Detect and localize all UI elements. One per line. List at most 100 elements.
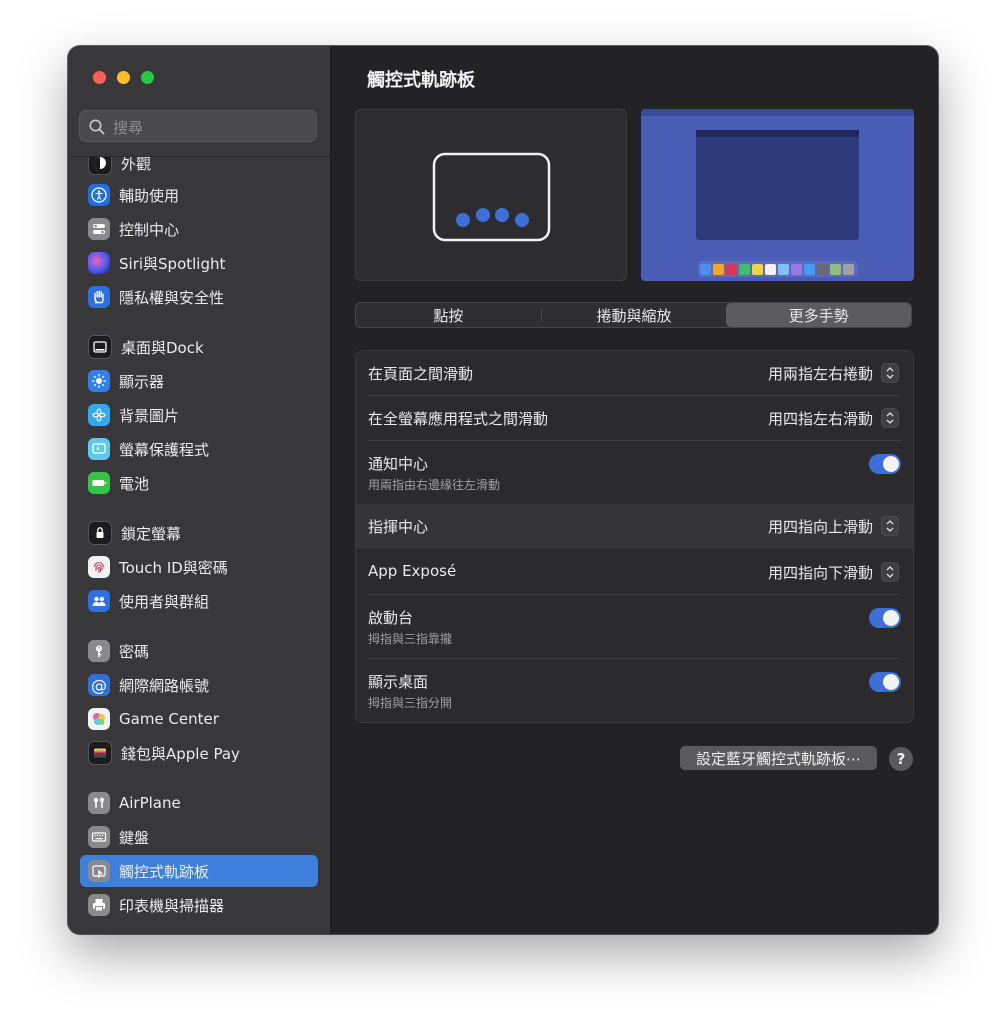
sidebar-item-appearance[interactable]: 外觀 [80,156,318,179]
search-icon [89,119,105,135]
sidebar-item-label: Siri與Spotlight [119,254,226,273]
setting-label: 指揮中心 [368,518,429,536]
wallpaper-icon [88,404,110,426]
sidebar-item-printers-scanners[interactable]: 印表機與掃描器 [80,889,318,921]
sidebar-item-label: AirPlane [119,794,181,812]
sidebar: 搜尋 外觀 輔助使用 控制中心 Siri與Spotlight 隱私權與安全性 桌… [68,46,331,934]
setting-label: 啟動台 [368,609,414,627]
setting-label: 在頁面之間滑動 [368,365,474,383]
zoom-button[interactable] [141,71,154,84]
sidebar-item-label: 印表機與掃描器 [119,896,225,915]
minimize-button[interactable] [117,71,130,84]
sidebar-item-wallpaper[interactable]: 背景圖片 [80,399,318,431]
tab-more-gestures[interactable]: 更多手勢 [726,303,912,327]
show-desktop-toggle[interactable] [869,672,901,692]
sidebar-item-keyboard[interactable]: 鍵盤 [80,821,318,853]
setting-label: 顯示桌面 [368,673,429,691]
launchpad-toggle[interactable] [869,608,901,628]
sidebar-item-label: 控制中心 [119,220,180,239]
setup-bluetooth-trackpad-button[interactable]: 設定藍牙觸控式軌跡板⋯ [680,746,877,770]
toggle-knob [883,674,899,690]
notification-center-toggle[interactable] [869,454,901,474]
sidebar-item-label: 鎖定螢幕 [121,524,182,543]
gesture-preview [355,109,627,281]
sidebar-item-users-groups[interactable]: 使用者與群組 [80,585,318,617]
sidebar-item-label: Touch ID與密碼 [119,558,228,577]
setting-value-select[interactable]: 用四指向下滑動 [768,562,873,583]
sidebar-item-passwords[interactable]: 密碼 [80,635,318,667]
game-center-icon [88,708,110,730]
sidebar-item-control-center[interactable]: 控制中心 [80,213,318,245]
sidebar-item-label: 密碼 [119,642,150,661]
setting-sublabel: 用兩指由右邊緣往左滑動 [368,478,501,492]
setting-label: 通知中心 [368,455,429,473]
sidebar-item-label: 觸控式軌跡板 [119,862,210,881]
setting-row-app-expose: App Exposé 用四指向下滑動 [356,550,913,594]
sidebar-item-label: 隱私權與安全性 [119,288,225,307]
sidebar-item-screensaver[interactable]: 螢幕保護程式 [80,433,318,465]
sidebar-item-label: Game Center [119,710,219,728]
lock-icon [88,521,112,545]
sidebar-item-label: 桌面與Dock [121,338,204,357]
sidebar-item-desktop-dock[interactable]: 桌面與Dock [80,331,318,363]
gesture-settings-list: 在頁面之間滑動 用兩指左右捲動 在全螢幕應用程式之間滑動 用四指左右滑動 通知中… [355,350,914,723]
battery-icon [88,472,110,494]
sidebar-item-accessibility[interactable]: 輔助使用 [80,179,318,211]
setting-row-mission-control: 指揮中心 用四指向上滑動 [356,504,913,549]
help-button[interactable]: ? [889,747,913,771]
accessibility-icon [88,184,110,206]
wallet-icon [88,741,112,765]
sidebar-item-label: 外觀 [121,156,152,173]
sidebar-item-privacy-security[interactable]: 隱私權與安全性 [80,281,318,313]
control-center-icon [88,218,110,240]
sidebar-item-displays[interactable]: 顯示器 [80,365,318,397]
setting-row-swipe-fullscreen-apps: 在全螢幕應用程式之間滑動 用四指左右滑動 [356,396,913,440]
sidebar-item-touch-id[interactable]: Touch ID與密碼 [80,551,318,583]
toggle-knob [883,456,899,472]
sidebar-item-label: 錢包與Apple Pay [121,744,240,763]
sidebar-item-airplane[interactable]: AirPlane [80,787,318,819]
settings-window: 搜尋 外觀 輔助使用 控制中心 Siri與Spotlight 隱私權與安全性 桌… [68,46,938,934]
desktop-illustration [641,109,914,277]
close-button[interactable] [93,71,106,84]
hand-icon [88,286,110,308]
sidebar-list: 外觀 輔助使用 控制中心 Siri與Spotlight 隱私權與安全性 桌面與D… [68,156,330,934]
setting-value-select[interactable]: 用四指向上滑動 [768,516,873,537]
sidebar-item-label: 螢幕保護程式 [119,440,210,459]
at-icon: @ [88,674,110,696]
desktop-preview [641,109,914,281]
display-brightness-icon [88,370,110,392]
sidebar-item-label: 使用者與群組 [119,592,210,611]
setting-row-show-desktop: 顯示桌面 拇指與三指分開 [356,658,913,722]
page-title: 觸控式軌跡板 [367,70,475,91]
sidebar-item-label: 電池 [119,474,150,493]
popup-stepper-icon[interactable] [881,408,899,428]
printer-icon [88,894,110,916]
tab-point-click[interactable]: 點按 [356,303,541,327]
sidebar-item-game-center[interactable]: Game Center [80,703,318,735]
toggle-knob [883,610,899,626]
popup-stepper-icon[interactable] [881,363,899,383]
sidebar-item-wallet[interactable]: 錢包與Apple Pay [80,737,318,769]
setting-sublabel: 拇指與三指靠攏 [368,632,453,646]
setting-value-select[interactable]: 用四指左右滑動 [768,408,873,429]
setting-value-select[interactable]: 用兩指左右捲動 [768,363,873,384]
tab-scroll-zoom[interactable]: 捲動與縮放 [542,303,727,327]
appearance-icon [88,157,112,175]
sidebar-item-trackpad[interactable]: 觸控式軌跡板 [80,855,318,887]
fingerprint-icon [88,556,110,578]
sidebar-item-lock-screen[interactable]: 鎖定螢幕 [80,517,318,549]
setting-label: 在全螢幕應用程式之間滑動 [368,410,549,428]
users-icon [88,590,110,612]
popup-stepper-icon[interactable] [881,516,899,536]
sidebar-item-internet-accounts[interactable]: @ 網際網路帳號 [80,669,318,701]
sidebar-item-label: 輔助使用 [119,186,180,205]
setting-row-launchpad: 啟動台 拇指與三指靠攏 [356,594,913,658]
sidebar-item-siri-spotlight[interactable]: Siri與Spotlight [80,247,318,279]
setting-label: App Exposé [368,562,457,580]
search-field[interactable]: 搜尋 [79,110,317,142]
setting-sublabel: 拇指與三指分開 [368,696,453,710]
setting-row-swipe-pages: 在頁面之間滑動 用兩指左右捲動 [356,351,913,396]
sidebar-item-battery[interactable]: 電池 [80,467,318,499]
popup-stepper-icon[interactable] [881,562,899,582]
